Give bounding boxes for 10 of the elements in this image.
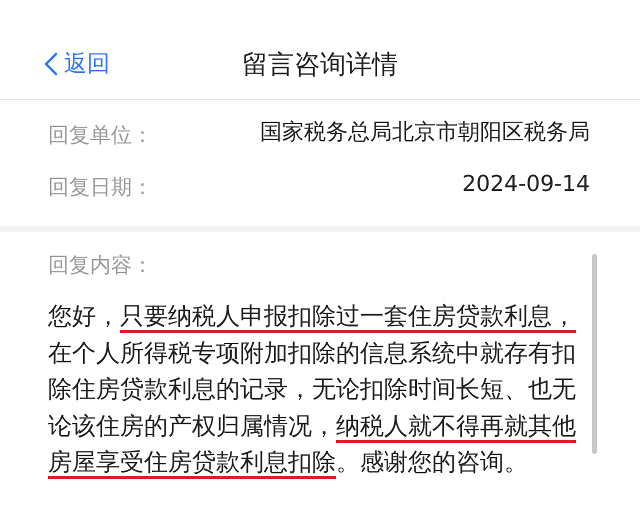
field-label: 回复日期：	[48, 174, 153, 201]
back-button[interactable]: 返回	[44, 48, 110, 79]
field-value: 国家税务总局北京市朝阳区税务局	[259, 119, 590, 147]
field-label: 回复单位：	[48, 122, 153, 149]
reply-text: 您好，只要纳税人申报扣除过一套住房贷款利息， 在个人所得税专项附加扣除的信息系统中就存有扣除住房贷款利息的记录，无论扣除时间长短、也无论该住房的产权归属情况，纳税人就不得再就其他房屋享受住房贷款利息扣除。感谢您的咨询。	[48, 298, 582, 480]
field-value: 2024-09-14	[461, 171, 590, 199]
field-label: 回复内容：	[48, 252, 154, 279]
chevron-left-icon	[44, 52, 58, 76]
scrollbar[interactable]	[592, 254, 597, 454]
page-title: 留言咨询详情	[242, 49, 398, 82]
